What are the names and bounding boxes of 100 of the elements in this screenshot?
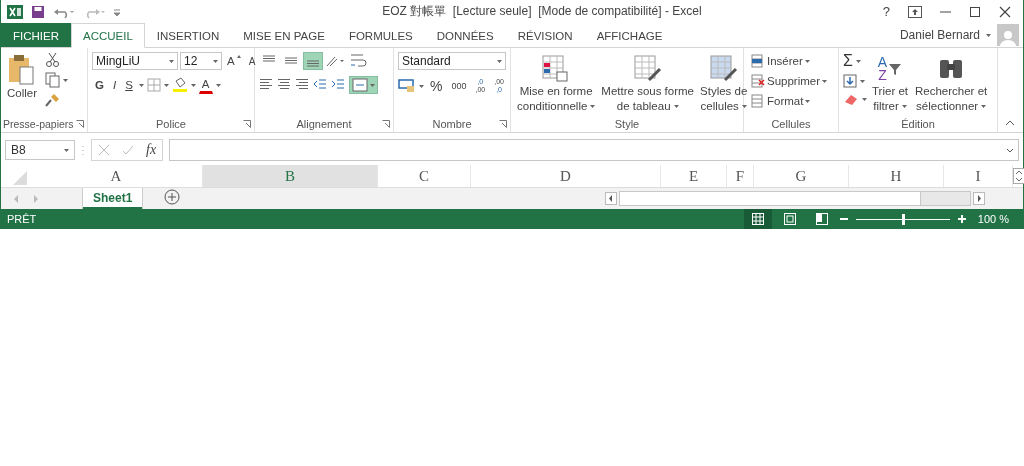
scroll-left-icon [605, 192, 617, 205]
scissors-icon [45, 52, 62, 68]
increase-indent-icon [331, 78, 345, 90]
caret-icon [497, 59, 502, 63]
caret-icon [901, 105, 907, 108]
caret-icon [860, 79, 865, 83]
save-icon [31, 4, 45, 19]
status-text: PRÊT [7, 213, 37, 225]
cells-button[interactable]: Supprimer [748, 72, 831, 90]
autosum-button[interactable]: Σ [843, 52, 853, 70]
orientation-icon [325, 54, 345, 68]
align-text-icon [259, 78, 273, 90]
grow-font-button[interactable]: A [224, 53, 244, 69]
dialog-launcher-icon[interactable] [76, 120, 84, 128]
fill-down-icon [843, 74, 857, 88]
excel-logo-icon [7, 3, 23, 20]
clipboard-icon [7, 54, 37, 86]
fill-color-icon [171, 77, 188, 93]
next-sheet-icon [33, 194, 39, 203]
vertical-align-button[interactable] [303, 52, 323, 70]
zoom-in-icon [957, 215, 966, 223]
caret-icon [805, 99, 811, 103]
dialog-launcher-icon[interactable] [243, 120, 251, 128]
font-name-field[interactable]: MingLiU [92, 52, 178, 70]
wrap-text-icon [349, 52, 367, 70]
caret-icon [673, 105, 679, 108]
font-size-field[interactable]: 12 [180, 52, 222, 70]
sort-filter-button[interactable]: A Z Trier et filtrer [870, 52, 910, 116]
format-painter-icon [45, 92, 62, 108]
zoom-level[interactable]: 100 % [977, 213, 1009, 225]
borders-icon [146, 78, 161, 92]
caret-icon [855, 59, 861, 63]
caret-icon [163, 83, 169, 87]
caret-icon [169, 59, 174, 63]
percent-button[interactable]: % [427, 76, 446, 96]
select-all-icon [13, 171, 27, 185]
caret-icon [986, 33, 991, 37]
style-button[interactable]: Styles de cellules [698, 52, 750, 116]
decrease-indent-icon [313, 78, 327, 90]
cells-icon [751, 54, 765, 68]
caret-icon [741, 105, 747, 108]
cells-icon [751, 94, 765, 108]
eraser-icon [843, 92, 859, 106]
insert-function-button[interactable]: fx [146, 142, 157, 158]
align-text-icon [277, 78, 291, 90]
file-tab[interactable]: FICHIER [1, 23, 71, 47]
thousands-button[interactable]: 000 [448, 79, 470, 93]
page-break-icon [815, 213, 828, 225]
caret-icon [419, 84, 424, 88]
currency-icon [398, 79, 416, 93]
previous-sheet-icon [13, 194, 19, 203]
bold-button[interactable]: G [92, 77, 107, 93]
paste-button[interactable]: Coller [5, 52, 40, 103]
dialog-launcher-icon[interactable] [382, 120, 390, 128]
cells-icon [751, 74, 765, 88]
window-title: EOZ 對帳單 [Lecture seule] [Mode de compatibilité] - Excel [381, 3, 703, 20]
formula-field[interactable] [169, 139, 1019, 161]
caret-icon [213, 59, 218, 63]
page-layout-icon [783, 213, 796, 225]
cells-button[interactable]: Format [748, 92, 814, 110]
cell-styles-icon [708, 54, 739, 84]
caret-icon [190, 83, 196, 87]
dialog-launcher-icon[interactable] [499, 120, 507, 128]
caret-icon [981, 105, 987, 108]
zoom-slider-thumb[interactable] [901, 213, 905, 225]
font-color-button[interactable]: A [198, 76, 213, 94]
merge-center-button[interactable] [349, 76, 378, 94]
group-label: Édition [901, 118, 935, 130]
name-box[interactable]: B8 [5, 140, 75, 160]
horizontal-scrollbar[interactable] [619, 191, 971, 206]
close-icon [999, 5, 1011, 18]
style-button[interactable]: Mettre sous forme de tableau [599, 52, 696, 116]
sheet-tab[interactable]: Sheet1 [83, 188, 143, 209]
caret-icon [64, 148, 69, 152]
caret-icon [590, 105, 596, 108]
underline-button[interactable]: S [122, 77, 136, 93]
user-name[interactable]: Daniel Bernard [899, 28, 980, 42]
group-label: Style [614, 118, 640, 130]
find-select-button[interactable]: Rechercher et sélectionner [913, 52, 990, 116]
enter-icon [122, 144, 134, 156]
maximize-icon [969, 5, 981, 18]
customize-icon [113, 6, 121, 17]
caret-icon [215, 83, 221, 87]
caret-icon [370, 83, 375, 87]
help-button[interactable]: ? [882, 4, 890, 19]
group-label: Alignement [296, 118, 352, 130]
shrink-font-button[interactable]: A [245, 53, 259, 69]
column-header[interactable]: B [203, 165, 378, 187]
expand-icon [1006, 147, 1014, 153]
cells-button[interactable]: Insérer [748, 52, 813, 70]
caret-icon [804, 59, 810, 63]
group-label: Cellules [771, 118, 811, 130]
style-button[interactable]: Mise en forme conditionnelle [515, 52, 598, 116]
ribbon-tab[interactable]: ACCUEIL [71, 23, 145, 48]
italic-button[interactable]: I [109, 77, 120, 93]
scroll-arrows-icon [1013, 168, 1024, 184]
group-label: Presse-papiers [3, 118, 74, 130]
view-button[interactable] [743, 209, 772, 229]
funnel-icon [888, 62, 903, 76]
number-format-field[interactable]: Standard [398, 52, 506, 70]
